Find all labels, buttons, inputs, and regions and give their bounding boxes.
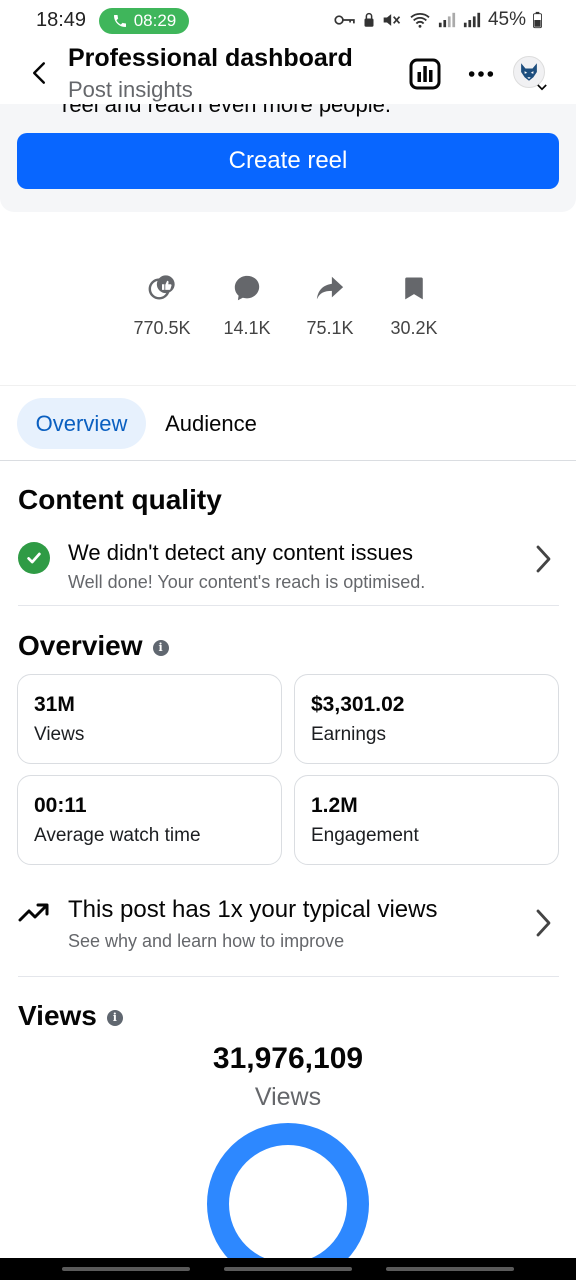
create-reel-card: reel and reach even more people. Create … [0,104,576,212]
metric-value: 00:11 [34,794,87,817]
wifi-icon [410,13,430,28]
content-quality-title: Content quality [18,484,222,515]
shares-count: 75.1K [306,318,354,338]
content-quality-detail: Well done! Your content's reach is optim… [68,572,426,592]
vpn-key-icon [334,15,355,25]
metric-label: Engagement [311,825,419,846]
comments-count: 14.1K [223,318,271,338]
back-button[interactable] [24,56,54,90]
reactions-count: 770.5K [133,318,191,338]
metric-card-views[interactable]: 31M Views [17,674,282,764]
typical-views-message: This post has 1x your typical views [68,896,438,923]
battery-percent: 45% [487,9,526,30]
views-total-label: Views [254,1083,322,1111]
bookmark-icon [405,277,423,300]
reel-card-text: reel and reach even more people. [62,104,391,117]
app-header: Professional dashboard Post insights [0,42,576,104]
back-arrow-icon [33,62,45,84]
profile-switcher[interactable] [513,56,551,92]
shares-stat[interactable]: 75.1K [290,268,370,339]
overview-section-title: Overview i [18,630,169,662]
reactions-icon [148,275,175,300]
chevron-down-icon [537,84,547,91]
views-total: 31,976,109 [212,1042,364,1075]
tab-overview[interactable]: Overview [17,398,146,449]
bar-chart-icon [409,58,441,90]
share-icon [316,276,344,300]
page-title: Professional dashboard [68,44,353,72]
system-nav-bar [0,1258,576,1280]
page-subtitle: Post insights [68,77,193,102]
reactions-stat[interactable]: 770.5K [122,268,202,339]
donut-ring [207,1123,369,1280]
metric-label: Views [34,724,85,745]
saves-stat[interactable]: 30.2K [374,268,454,339]
signal-icon-2 [463,12,481,28]
nav-home[interactable] [224,1267,352,1271]
ongoing-call-pill[interactable]: 08:29 [99,8,189,34]
info-icon[interactable]: i [106,1009,123,1026]
typical-views-row[interactable]: This post has 1x your typical views See … [0,894,576,960]
check-circle-icon [18,542,50,574]
nav-back[interactable] [386,1267,514,1271]
mute-icon [383,14,401,26]
insights-tabs: Overview Audience [0,398,576,450]
metric-value: $3,301.02 [311,693,405,716]
metric-value: 1.2M [311,794,358,817]
metric-label: Earnings [311,724,386,745]
comment-icon [234,275,260,301]
views-title: Views [18,1000,97,1031]
content-quality-message: We didn't detect any content issues [68,540,413,565]
insights-chart-button[interactable] [409,58,441,90]
divider [18,605,559,606]
metric-label: Average watch time [34,825,201,846]
nav-recents[interactable] [62,1267,190,1271]
lock-icon [364,12,374,27]
divider [0,385,576,386]
content-quality-row[interactable]: We didn't detect any content issues Well… [0,536,576,600]
chevron-right-icon [536,909,551,937]
phone-icon [113,15,126,27]
views-section-title: Views i [18,1000,123,1032]
divider [0,460,576,461]
metric-value: 31M [34,693,75,716]
chevron-right-icon [536,545,551,573]
signal-icon-1 [438,12,456,28]
views-donut-chart [204,1120,372,1280]
comments-stat[interactable]: 14.1K [207,268,287,339]
create-reel-button[interactable]: Create reel [17,133,559,189]
status-icons: 45% [334,9,542,31]
fox-logo-icon [521,63,537,81]
metric-card-earnings[interactable]: $3,301.02 Earnings [294,674,559,764]
status-bar: 18:49 08:29 45% [0,0,576,42]
trending-up-icon [18,903,49,922]
info-icon[interactable]: i [152,639,169,656]
battery-icon [533,11,542,29]
saves-count: 30.2K [390,318,438,338]
divider [18,976,559,977]
metric-card-engagement[interactable]: 1.2M Engagement [294,775,559,865]
more-icon [468,71,494,77]
metric-card-watch-time[interactable]: 00:11 Average watch time [17,775,282,865]
post-reactions-row: 770.5K 14.1K 75.1K 30.2K [0,268,576,348]
typical-views-detail: See why and learn how to improve [68,931,345,951]
tab-audience[interactable]: Audience [150,398,272,449]
more-options-button[interactable] [466,60,496,88]
call-timer: 08:29 [133,11,177,30]
status-time: 18:49 [36,9,87,31]
overview-title: Overview [18,630,143,661]
